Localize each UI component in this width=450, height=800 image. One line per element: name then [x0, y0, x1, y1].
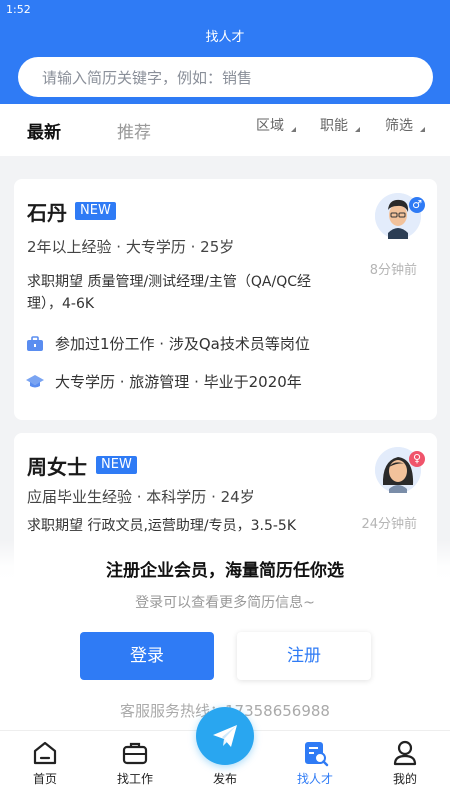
candidate-name: 石丹 — [27, 201, 67, 225]
time-ago: 24分钟前 — [361, 517, 417, 532]
gender-female-icon: ♀ — [409, 451, 425, 467]
nav-label: 找工作 — [116, 772, 153, 786]
nav-label: 发布 — [212, 772, 237, 786]
candidate-name: 周女士 — [27, 455, 87, 479]
nav-label: 我的 — [392, 772, 417, 786]
education-row: 大专学历 · 旅游管理 · 毕业于2020年 — [25, 371, 302, 392]
dropdown-triangle-icon — [291, 127, 296, 132]
briefcase-icon — [121, 739, 149, 767]
candidate-expectation: 求职期望 质量管理/测试经理/主管（QA/QC经理），4-6K — [27, 274, 311, 312]
dropdown-triangle-icon — [420, 127, 425, 132]
search-placeholder: 请输入简历关键字，例如：销售 — [42, 68, 253, 87]
candidate-expectation: 求职期望 行政文员,运营助理/专员，3.5-5K — [27, 518, 297, 534]
filter-more[interactable]: 筛选 — [385, 115, 425, 135]
gender-male-icon: ♂ — [409, 197, 425, 213]
user-icon — [391, 739, 419, 767]
time-ago: 8分钟前 — [369, 263, 417, 278]
filter-region[interactable]: 区域 — [256, 115, 296, 135]
work-experience-text: 参加过1份工作 · 涉及Qa技术员等岗位 — [55, 335, 310, 353]
work-experience-row: 参加过1份工作 · 涉及Qa技术员等岗位 — [25, 333, 310, 354]
login-button[interactable]: 登录 — [80, 632, 214, 680]
nav-label: 首页 — [32, 772, 57, 786]
status-time: 1:52 — [6, 3, 31, 16]
tab-latest[interactable]: 最新 — [27, 118, 61, 143]
nav-item-find-talent[interactable]: 找人才 — [270, 731, 360, 800]
promo-title: 注册企业会员，海量简历任你选 — [106, 561, 344, 581]
publish-fab[interactable] — [196, 707, 254, 765]
nav-item-find-job[interactable]: 找工作 — [90, 731, 180, 800]
filter-region-label: 区域 — [256, 118, 284, 134]
filter-more-label: 筛选 — [385, 118, 413, 134]
resume-search-icon — [301, 739, 329, 767]
home-icon — [31, 739, 59, 767]
page-title: 找人才 — [205, 30, 245, 45]
candidate-meta: 应届毕业生经验 · 本科学历 · 24岁 — [27, 488, 255, 506]
graduation-cap-icon — [25, 372, 45, 392]
candidate-meta: 2年以上经验 · 大专学历 · 25岁 — [27, 238, 235, 256]
filter-function-label: 职能 — [320, 118, 348, 134]
education-text: 大专学历 · 旅游管理 · 毕业于2020年 — [55, 373, 302, 391]
app-header: 1:52 找人才 请输入简历关键字，例如：销售 — [0, 0, 450, 104]
briefcase-icon — [25, 334, 45, 354]
tab-recommend[interactable]: 推荐 — [117, 118, 151, 143]
promo-subtitle: 登录可以查看更多简历信息~ — [135, 595, 315, 611]
candidate-card[interactable]: 石丹 NEW 2年以上经验 · 大专学历 · 25岁 求职期望 质量管理/测试经… — [14, 179, 437, 420]
nav-item-home[interactable]: 首页 — [0, 731, 90, 800]
search-input[interactable]: 请输入简历关键字，例如：销售 — [18, 57, 433, 97]
paper-plane-icon — [213, 725, 237, 747]
register-button[interactable]: 注册 — [237, 632, 371, 680]
new-badge: NEW — [96, 456, 137, 474]
new-badge: NEW — [75, 202, 116, 220]
nav-item-mine[interactable]: 我的 — [360, 731, 450, 800]
dropdown-triangle-icon — [355, 127, 360, 132]
avatar: ♀ — [375, 447, 425, 493]
avatar: ♂ — [375, 193, 425, 239]
filter-function[interactable]: 职能 — [320, 115, 360, 135]
nav-label: 找人才 — [296, 772, 333, 786]
tabs-bar: 最新 推荐 区域 职能 筛选 — [0, 104, 450, 156]
